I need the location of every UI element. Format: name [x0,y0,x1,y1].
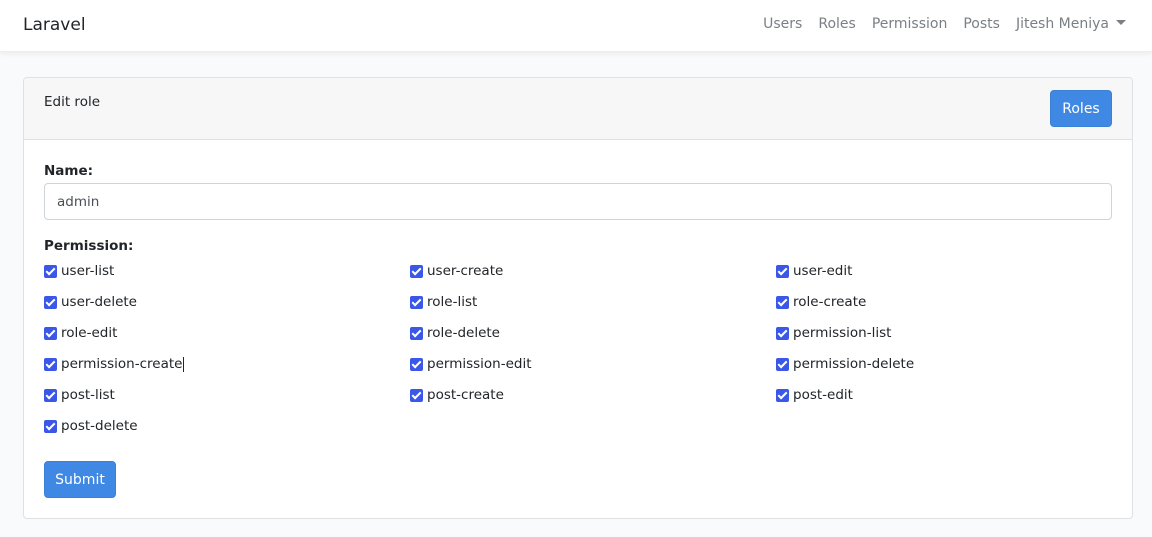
permission-checkbox-item[interactable]: permission-delete [776,355,914,373]
checkbox-checked-icon[interactable] [776,295,789,309]
user-name: Jitesh Meniya [1015,16,1109,32]
permission-label-text: post-delete [61,418,138,434]
permission-checkbox-item[interactable]: post-list [44,386,115,404]
checkbox-checked-icon[interactable] [44,264,57,278]
submit-button[interactable]: Submit [44,461,116,498]
checkbox-checked-icon[interactable] [776,388,789,402]
edit-role-card: Edit role Roles Name: Permission: user-l… [23,77,1133,519]
permission-checkbox-item[interactable]: permission-edit [410,355,532,373]
permission-label-text: role-create [793,294,867,310]
permission-checkbox-item[interactable]: post-delete [44,417,138,435]
permission-checkbox-item[interactable]: user-create [410,262,503,280]
permission-label-text: role-delete [427,325,500,341]
nav-link-permission[interactable]: Permission [872,16,948,32]
nav-link-posts[interactable]: Posts [963,16,1000,32]
nav-links: Users Roles Permission Posts Jitesh Meni… [747,16,1126,32]
permission-label-text: permission-delete [793,356,915,372]
permission-label-text: role-edit [61,325,118,341]
permission-checkbox-item[interactable]: post-edit [776,386,853,404]
checkbox-checked-icon[interactable] [410,295,423,309]
text-cursor [183,356,185,372]
permission-checkbox-item[interactable]: post-create [410,386,504,404]
permission-label-text: permission-list [793,325,892,341]
card-header: Edit role Roles [24,78,1132,140]
permission-label-text: user-list [61,263,115,279]
user-dropdown[interactable]: Jitesh Meniya [1016,16,1126,32]
permission-checkbox-item[interactable]: permission-create [44,355,185,373]
checkbox-checked-icon[interactable] [44,388,57,402]
permission-checkbox-item[interactable]: role-edit [44,324,117,342]
nav-link-roles[interactable]: Roles [818,16,855,32]
permission-label-text: permission-create [61,356,183,372]
permission-label-text: user-edit [793,263,853,279]
permission-label-text: post-create [427,387,504,403]
permission-checkbox-item[interactable]: role-delete [410,324,500,342]
checkbox-checked-icon[interactable] [410,357,423,371]
checkbox-checked-icon[interactable] [410,326,423,340]
checkbox-checked-icon[interactable] [44,326,57,340]
checkbox-checked-icon[interactable] [44,357,57,371]
checkbox-checked-icon[interactable] [776,326,789,340]
name-label: Name: [44,163,94,179]
permission-label-text: user-create [427,263,504,279]
checkbox-checked-icon[interactable] [776,357,789,371]
roles-button[interactable]: Roles [1050,90,1112,127]
name-input[interactable] [44,183,1112,220]
permission-checkbox-item[interactable]: user-list [44,262,114,280]
checkbox-checked-icon[interactable] [410,388,423,402]
checkbox-checked-icon[interactable] [44,419,57,433]
permission-checkbox-item[interactable]: role-create [776,293,866,311]
permission-checkbox-item[interactable]: permission-list [776,324,891,342]
nav-link-users[interactable]: Users [763,16,802,32]
caret-down-icon [1116,20,1126,25]
checkbox-checked-icon[interactable] [410,264,423,278]
checkbox-checked-icon[interactable] [44,295,57,309]
permission-label-text: role-list [427,294,478,310]
permission-label-text: post-list [61,387,115,403]
permission-label: Permission: [44,238,134,254]
permission-label-text: user-delete [61,294,137,310]
page-title: Edit role [44,94,101,110]
brand-logo[interactable]: Laravel [23,15,86,35]
permission-checkbox-item[interactable]: user-delete [44,293,137,311]
permission-label-text: post-edit [793,387,853,403]
top-navbar: Laravel Users Roles Permission Posts Jit… [0,0,1152,52]
permission-checkbox-item[interactable]: user-edit [776,262,852,280]
checkbox-checked-icon[interactable] [776,264,789,278]
permission-label-text: permission-edit [427,356,532,372]
permission-checkbox-item[interactable]: role-list [410,293,477,311]
